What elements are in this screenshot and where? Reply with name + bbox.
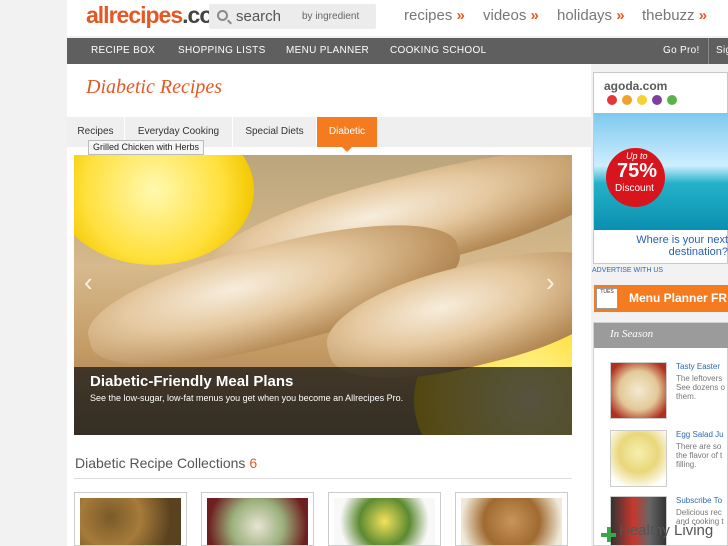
logo-text: allrecipes — [86, 2, 183, 28]
hero-title[interactable]: Diabetic-Friendly Meal Plans — [90, 373, 293, 390]
tab-special-diets[interactable]: Special Diets — [233, 117, 316, 147]
in-season-item-title[interactable]: Tasty Easter — [676, 362, 720, 371]
in-season-item-title[interactable]: Subscribe To — [676, 496, 722, 505]
page-title: Diabetic Recipes — [86, 76, 223, 98]
in-season-image[interactable] — [610, 362, 667, 419]
top-nav-videos[interactable]: videos » — [483, 7, 539, 24]
in-season-image[interactable] — [610, 430, 667, 487]
hero-subtitle: See the low-sugar, low-fat menus you get… — [90, 393, 404, 403]
search-by-ingredient-link[interactable]: by ingredient — [302, 11, 359, 22]
nav-recipe-box[interactable]: RECIPE BOX — [91, 45, 155, 56]
in-season-item-desc: filling. — [676, 460, 697, 469]
collections-title: Diabetic Recipe Collections — [75, 455, 246, 471]
in-season-title: In Season — [610, 328, 654, 340]
in-season-item-desc: the flavor of t — [676, 451, 723, 460]
ad-brand: agoda.com — [604, 79, 668, 93]
top-nav-thebuzz[interactable]: thebuzz » — [642, 7, 707, 24]
top-nav-label: recipes — [404, 7, 453, 24]
collections-heading: Diabetic Recipe Collections 6 — [75, 455, 257, 471]
search-input[interactable]: search — [236, 8, 281, 25]
advertise-link[interactable]: ADVERTISE WITH US — [592, 267, 663, 274]
in-season-item-desc: See dozens o — [676, 383, 725, 392]
dot-icon — [637, 95, 647, 105]
collection-thumbnail[interactable] — [201, 492, 314, 546]
nav-shopping-lists[interactable]: SHOPPING LISTS — [178, 45, 266, 56]
ad-question: Where is your next destination? — [636, 234, 728, 258]
dot-icon — [607, 95, 617, 105]
nav-cooking-school[interactable]: COOKING SCHOOL — [390, 45, 486, 56]
arrow-right-icon: » — [530, 7, 539, 24]
arrow-right-icon: » — [616, 7, 625, 24]
top-nav-label: holidays — [557, 7, 613, 24]
in-season-item-desc: them. — [676, 392, 697, 401]
go-pro-link[interactable]: Go Pro! — [663, 45, 700, 56]
healthy-living-watermark: Healthy Living — [619, 522, 714, 539]
in-season-item-desc: There are so — [676, 442, 722, 451]
top-nav-label: thebuzz — [642, 7, 695, 24]
search-icon[interactable] — [217, 10, 228, 21]
dot-icon — [667, 95, 677, 105]
hero-carousel[interactable]: ‹ › Diabetic-Friendly Meal Plans See the… — [74, 155, 572, 435]
collection-thumbnail[interactable] — [455, 492, 568, 546]
dot-icon — [622, 95, 632, 105]
collection-thumbnail[interactable] — [328, 492, 441, 546]
in-season-item-desc: Delicious rec — [676, 508, 722, 517]
image-tooltip: Grilled Chicken with Herbs — [88, 140, 205, 155]
arrow-right-icon: » — [698, 7, 708, 24]
collections-count: 6 — [249, 455, 258, 471]
calendar-icon: TUES — [596, 288, 618, 309]
carousel-prev-icon[interactable]: ‹ — [84, 267, 93, 298]
health-cross-icon — [601, 527, 616, 542]
carousel-next-icon[interactable]: › — [546, 267, 555, 298]
arrow-right-icon: » — [456, 7, 465, 24]
in-season-item-desc: The leftovers — [676, 374, 723, 383]
divider — [74, 478, 572, 479]
active-tab-pointer — [342, 147, 352, 152]
nav-menu-planner[interactable]: MENU PLANNER — [286, 45, 369, 56]
in-season-item-title[interactable]: Egg Salad Ju — [676, 430, 724, 439]
ad-percent: 75% — [617, 160, 658, 182]
tab-diabetic[interactable]: Diabetic — [317, 117, 377, 147]
nav-divider — [708, 38, 709, 64]
top-nav-recipes[interactable]: recipes » — [404, 7, 465, 24]
dot-icon — [652, 95, 662, 105]
top-nav-holidays[interactable]: holidays » — [557, 7, 625, 24]
sign-in-link[interactable]: Sig — [716, 45, 728, 56]
menu-planner-text: Menu Planner FR — [629, 291, 728, 305]
ad-discount: Discount — [615, 183, 654, 194]
top-nav-label: videos — [483, 7, 527, 24]
collection-thumbnail[interactable] — [74, 492, 187, 546]
